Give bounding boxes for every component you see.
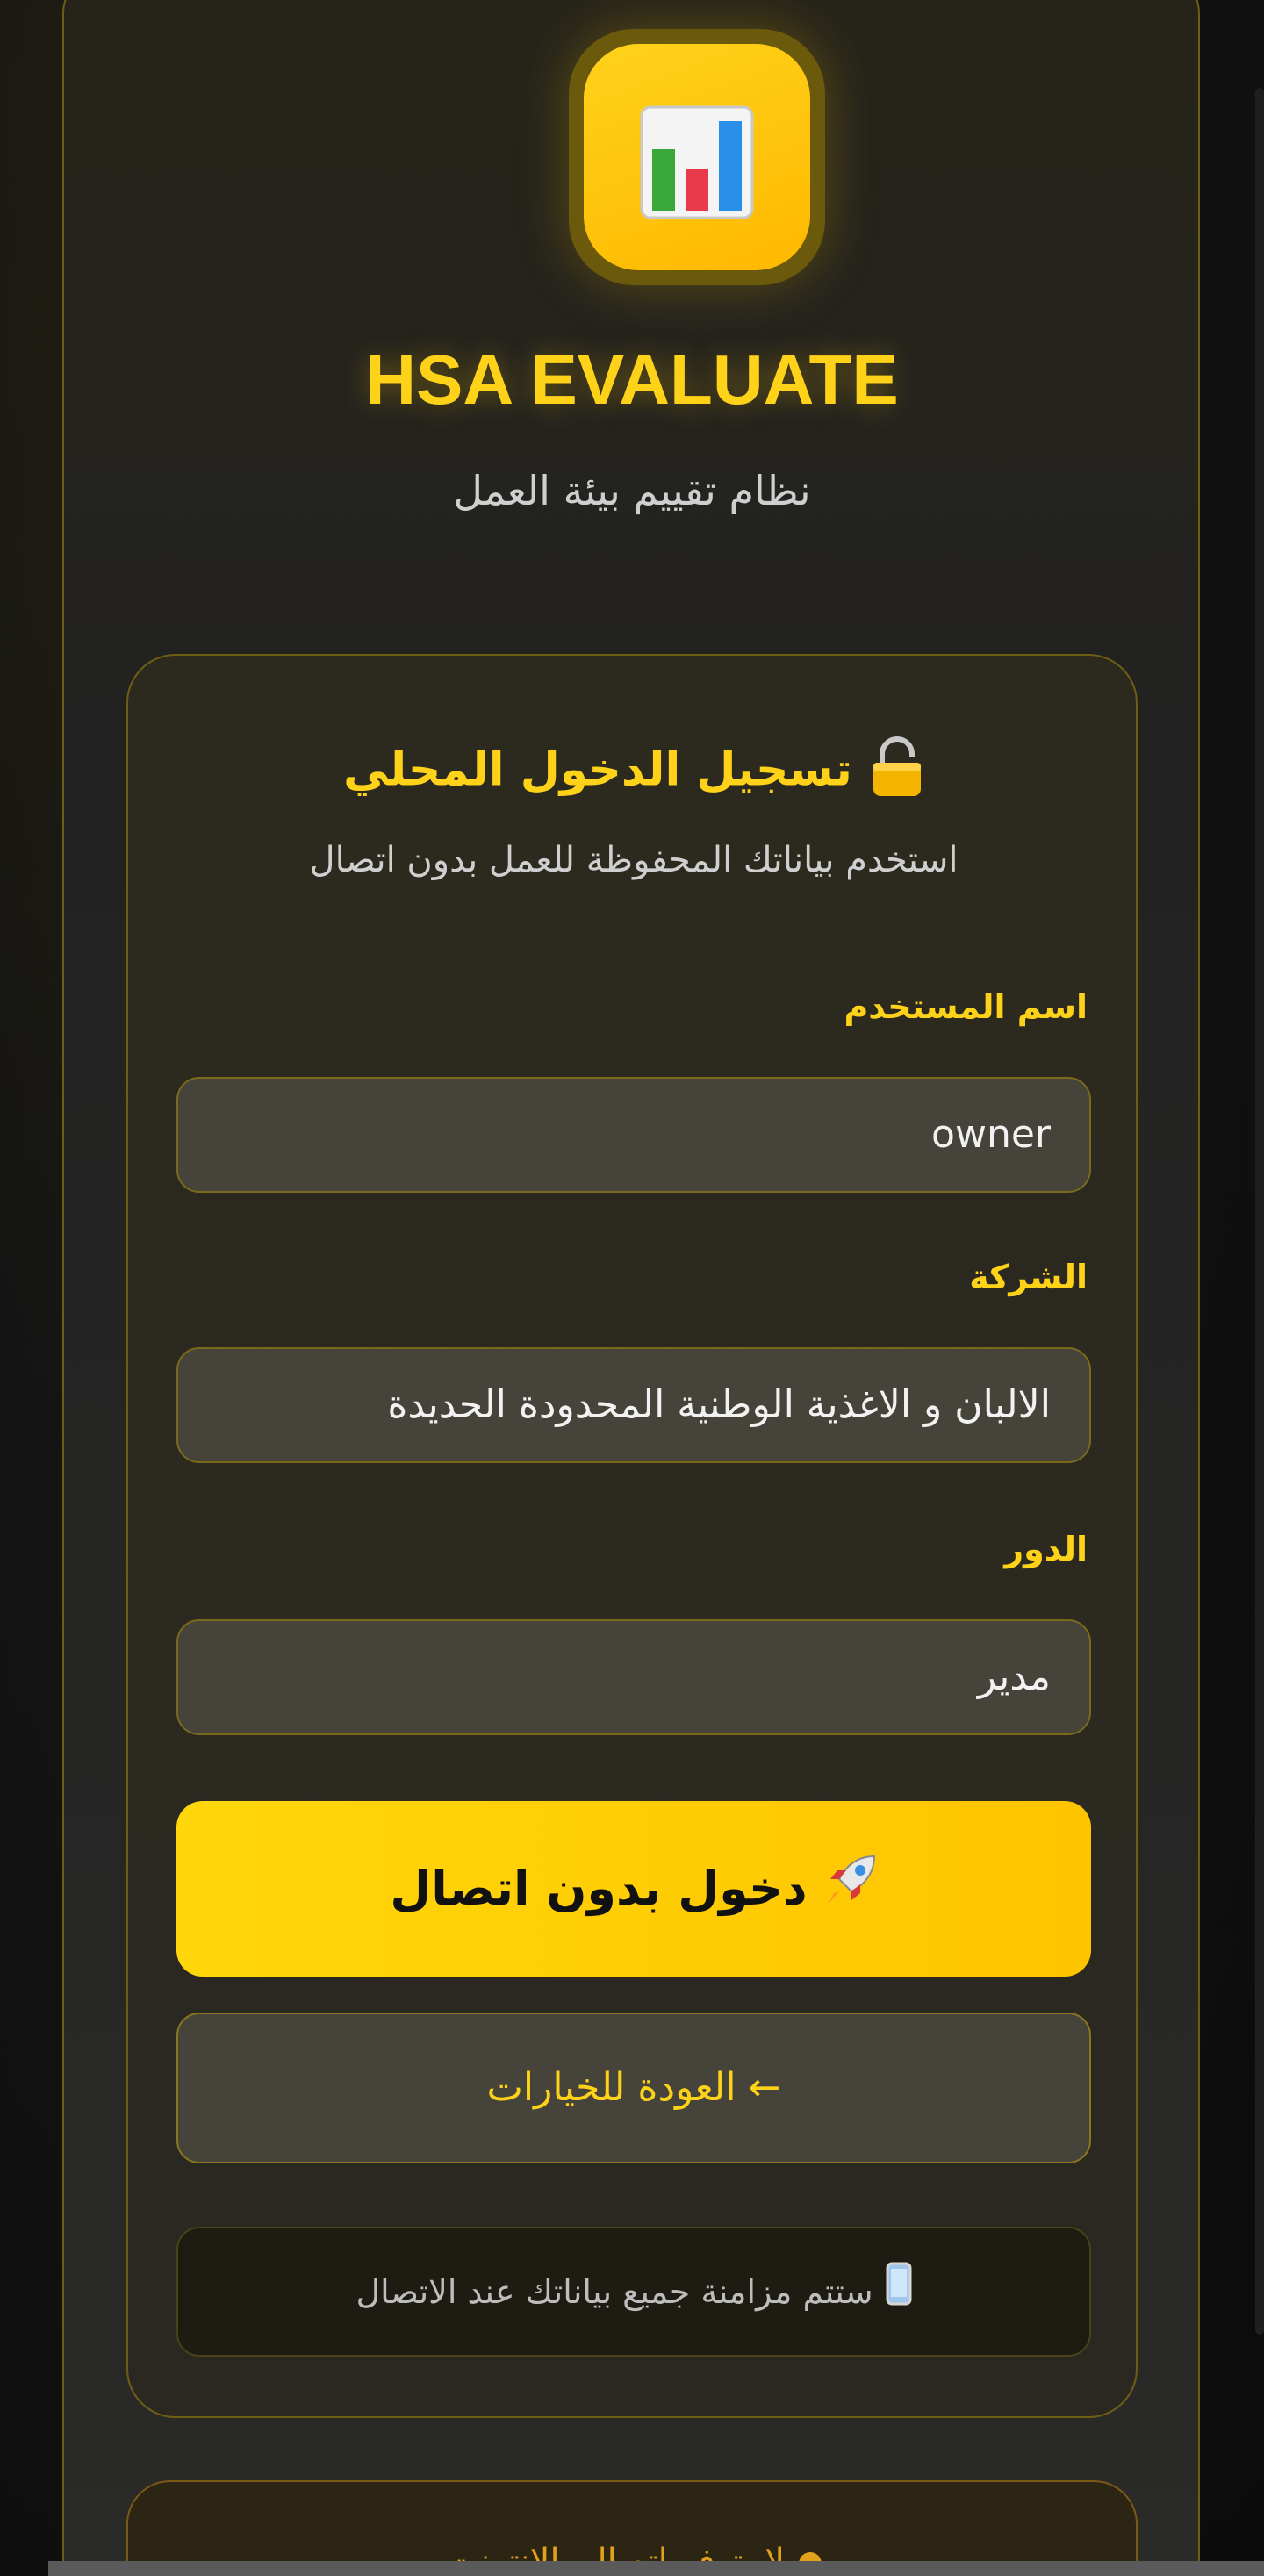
username-label: اسم المستخدم	[844, 987, 1088, 1026]
app-logo-tile	[584, 44, 810, 270]
main-container: HSA EVALUATE نظام تقييم بيئة العمل تسجيل…	[62, 0, 1200, 2576]
role-label: الدور	[1004, 1530, 1088, 1568]
offline-login-button[interactable]: دخول بدون اتصال	[176, 1801, 1091, 1977]
offline-login-label: دخول بدون اتصال	[390, 1861, 808, 1916]
page-scrollbar[interactable]	[1255, 88, 1264, 2335]
bar-chart-icon	[640, 105, 754, 219]
login-title-text: تسجيل الدخول المحلي	[343, 743, 852, 797]
phone-icon	[886, 2231, 912, 2357]
lock-icon	[870, 736, 924, 809]
back-to-options-button[interactable]: ← العودة للخيارات	[176, 2013, 1091, 2163]
role-field[interactable]: مدير	[176, 1619, 1091, 1735]
app-logo	[569, 29, 825, 285]
login-title: تسجيل الدخول المحلي	[128, 736, 1139, 809]
sync-note-text: ستتم مزامنة جميع بياناتك عند الاتصال	[356, 2272, 873, 2311]
company-field[interactable]: الالبان و الاغذية الوطنية المحدودة الحدي…	[176, 1347, 1091, 1463]
username-field[interactable]: owner	[176, 1077, 1091, 1193]
app-title: HSA EVALUATE	[365, 341, 899, 419]
sync-note: ستتم مزامنة جميع بياناتك عند الاتصال	[176, 2227, 1091, 2357]
app-subtitle: نظام تقييم بيئة العمل	[453, 467, 811, 514]
login-card: تسجيل الدخول المحلي استخدم بياناتك المحف…	[126, 654, 1138, 2418]
company-label: الشركة	[969, 1258, 1088, 1296]
login-subtitle: استخدم بياناتك المحفوظة للعمل بدون اتصال	[309, 840, 959, 880]
bottom-scrollbar[interactable]	[48, 2561, 1264, 2576]
rocket-icon	[823, 1804, 878, 1979]
